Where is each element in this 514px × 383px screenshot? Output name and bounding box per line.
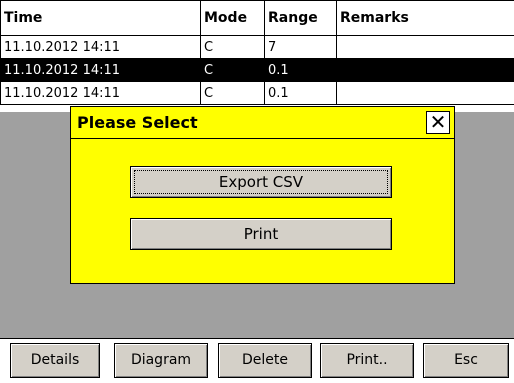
table-row[interactable]: 11.10.2012 14:11 C 0.1 <box>0 81 514 105</box>
column-header-range[interactable]: Range <box>264 0 337 36</box>
column-header-remarks[interactable]: Remarks <box>336 0 514 36</box>
print-button[interactable]: Print <box>130 218 392 250</box>
please-select-dialog: Please Select ✕ Export CSV Print <box>70 106 455 284</box>
cell-mode: C <box>200 58 265 82</box>
cell-mode: C <box>200 35 265 59</box>
dialog-titlebar[interactable]: Please Select ✕ <box>71 107 454 139</box>
cell-range: 7 <box>264 35 337 59</box>
esc-button[interactable]: Esc <box>423 343 509 378</box>
measurement-table: Time Mode Range Remarks 11.10.2012 14:11… <box>0 0 514 105</box>
print-dots-button[interactable]: Print.. <box>320 343 414 378</box>
delete-button[interactable]: Delete <box>218 343 312 378</box>
bottom-toolbar: Details Diagram Delete Print.. Esc <box>0 338 514 383</box>
diagram-button[interactable]: Diagram <box>114 343 208 378</box>
table-header-row: Time Mode Range Remarks <box>0 0 514 36</box>
cell-time: 11.10.2012 14:11 <box>0 58 201 82</box>
close-button[interactable]: ✕ <box>426 111 450 134</box>
cell-mode: C <box>200 81 265 105</box>
cell-range: 0.1 <box>264 81 337 105</box>
cell-remarks <box>336 81 514 105</box>
table-row-selected[interactable]: 11.10.2012 14:11 C 0.1 <box>0 58 514 82</box>
cell-time: 11.10.2012 14:11 <box>0 81 201 105</box>
export-csv-button[interactable]: Export CSV <box>130 166 392 198</box>
cell-remarks <box>336 58 514 82</box>
column-header-mode[interactable]: Mode <box>200 0 265 36</box>
table-row[interactable]: 11.10.2012 14:11 C 7 <box>0 35 514 59</box>
cell-time: 11.10.2012 14:11 <box>0 35 201 59</box>
details-button[interactable]: Details <box>10 343 100 378</box>
column-header-time[interactable]: Time <box>0 0 201 36</box>
cell-range: 0.1 <box>264 58 337 82</box>
dialog-title: Please Select <box>77 113 198 132</box>
cell-remarks <box>336 35 514 59</box>
close-icon: ✕ <box>429 110 447 134</box>
